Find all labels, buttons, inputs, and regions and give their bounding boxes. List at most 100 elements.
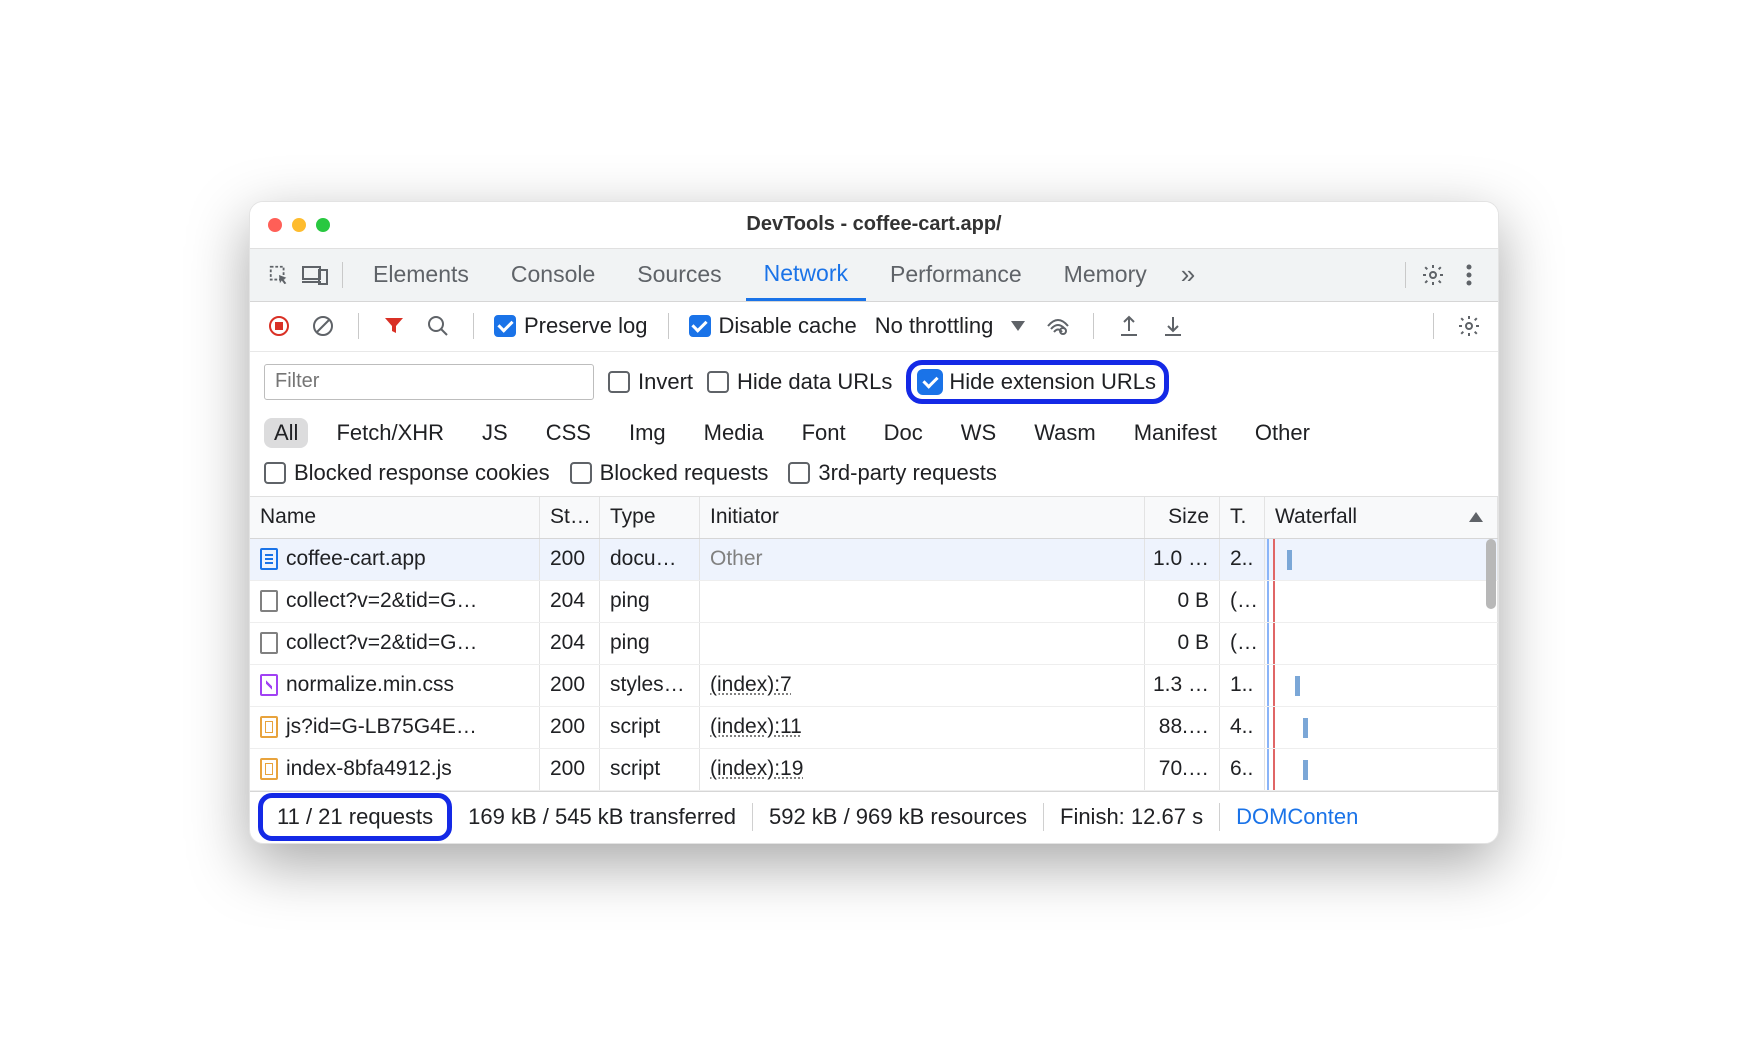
- table-row[interactable]: collect?v=2&tid=G… 204 ping 0 B (…: [250, 623, 1498, 665]
- window-controls: [250, 218, 330, 232]
- request-waterfall: [1265, 665, 1498, 706]
- search-icon[interactable]: [423, 311, 453, 341]
- invert-checkbox[interactable]: Invert: [608, 369, 693, 395]
- type-js[interactable]: JS: [472, 418, 518, 448]
- table-row[interactable]: normalize.min.css 200 styles… (index):7 …: [250, 665, 1498, 707]
- request-time: 4..: [1220, 707, 1265, 748]
- filter-toggle-icon[interactable]: [379, 311, 409, 341]
- hide-data-label: Hide data URLs: [737, 369, 892, 395]
- minimize-window-button[interactable]: [292, 218, 306, 232]
- type-other[interactable]: Other: [1245, 418, 1320, 448]
- preserve-log-checkbox[interactable]: Preserve log: [494, 313, 648, 339]
- panel-settings-gear-icon[interactable]: [1454, 311, 1484, 341]
- maximize-window-button[interactable]: [316, 218, 330, 232]
- filter-input[interactable]: [264, 364, 594, 400]
- third-party-checkbox[interactable]: 3rd-party requests: [788, 460, 997, 486]
- col-initiator[interactable]: Initiator: [700, 497, 1145, 538]
- transferred-size: 169 kB / 545 kB transferred: [452, 803, 753, 831]
- request-waterfall: [1265, 539, 1498, 580]
- type-font[interactable]: Font: [792, 418, 856, 448]
- more-tabs-button[interactable]: »: [1171, 259, 1202, 290]
- requests-count: 11 / 21 requests: [277, 804, 433, 829]
- tab-console[interactable]: Console: [493, 249, 613, 301]
- network-conditions-icon[interactable]: [1043, 311, 1073, 341]
- settings-gear-icon[interactable]: [1418, 260, 1448, 290]
- clear-button[interactable]: [308, 311, 338, 341]
- request-time: 6..: [1220, 749, 1265, 790]
- request-name: coffee-cart.app: [286, 547, 426, 571]
- type-manifest[interactable]: Manifest: [1124, 418, 1227, 448]
- request-initiator[interactable]: (index):7: [700, 665, 1145, 706]
- request-type: docu…: [600, 539, 700, 580]
- request-initiator: [700, 623, 1145, 664]
- type-wasm[interactable]: Wasm: [1024, 418, 1106, 448]
- blocked-requests-checkbox[interactable]: Blocked requests: [570, 460, 769, 486]
- throttling-value: No throttling: [875, 313, 994, 339]
- hide-extension-urls-highlight: Hide extension URLs: [906, 360, 1169, 404]
- kebab-menu-icon[interactable]: [1454, 260, 1484, 290]
- status-bar: 11 / 21 requests 169 kB / 545 kB transfe…: [250, 791, 1498, 843]
- type-doc[interactable]: Doc: [874, 418, 933, 448]
- col-time[interactable]: T.: [1220, 497, 1265, 538]
- tab-sources[interactable]: Sources: [619, 249, 739, 301]
- export-har-icon[interactable]: [1114, 311, 1144, 341]
- record-button[interactable]: [264, 311, 294, 341]
- request-status: 200: [540, 665, 600, 706]
- request-size: 70.…: [1145, 749, 1220, 790]
- request-type: ping: [600, 623, 700, 664]
- device-toolbar-icon[interactable]: [300, 260, 330, 290]
- titlebar: DevTools - coffee-cart.app/: [250, 202, 1498, 248]
- request-initiator[interactable]: (index):11: [700, 707, 1145, 748]
- import-har-icon[interactable]: [1158, 311, 1188, 341]
- request-waterfall: [1265, 749, 1498, 790]
- throttling-select[interactable]: No throttling: [871, 313, 1030, 339]
- request-name: collect?v=2&tid=G…: [286, 589, 477, 613]
- file-js-icon: [260, 716, 278, 738]
- tab-elements[interactable]: Elements: [355, 249, 487, 301]
- table-row[interactable]: index-8bfa4912.js 200 script (index):19 …: [250, 749, 1498, 791]
- resources-size: 592 kB / 969 kB resources: [753, 803, 1044, 831]
- disable-cache-label: Disable cache: [719, 313, 857, 339]
- tab-performance[interactable]: Performance: [872, 249, 1040, 301]
- blocked-cookies-checkbox[interactable]: Blocked response cookies: [264, 460, 550, 486]
- type-css[interactable]: CSS: [536, 418, 601, 448]
- request-waterfall: [1265, 623, 1498, 664]
- requests-count-highlight: 11 / 21 requests: [258, 793, 452, 841]
- type-img[interactable]: Img: [619, 418, 676, 448]
- type-media[interactable]: Media: [694, 418, 774, 448]
- type-fetch[interactable]: Fetch/XHR: [326, 418, 454, 448]
- disable-cache-checkbox[interactable]: Disable cache: [689, 313, 857, 339]
- table-row[interactable]: js?id=G-LB75G4E… 200 script (index):11 8…: [250, 707, 1498, 749]
- resource-type-filter: All Fetch/XHR JS CSS Img Media Font Doc …: [250, 412, 1498, 454]
- type-all[interactable]: All: [264, 418, 308, 448]
- third-party-label: 3rd-party requests: [818, 460, 997, 486]
- hide-extension-urls-checkbox[interactable]: Hide extension URLs: [919, 369, 1156, 395]
- col-name[interactable]: Name: [250, 497, 540, 538]
- close-window-button[interactable]: [268, 218, 282, 232]
- col-status[interactable]: St…: [540, 497, 600, 538]
- checkbox-icon: [707, 371, 729, 393]
- hide-ext-label: Hide extension URLs: [949, 369, 1156, 395]
- checkbox-icon: [608, 371, 630, 393]
- request-status: 200: [540, 707, 600, 748]
- table-row[interactable]: coffee-cart.app 200 docu… Other 1.0 … 2.…: [250, 539, 1498, 581]
- request-waterfall: [1265, 581, 1498, 622]
- requests-table-header: Name St… Type Initiator Size T. Waterfal…: [250, 497, 1498, 539]
- request-type: script: [600, 707, 700, 748]
- inspect-element-icon[interactable]: [264, 260, 294, 290]
- tab-network[interactable]: Network: [746, 249, 866, 301]
- domcontent-link[interactable]: DOMConten: [1220, 803, 1374, 831]
- type-ws[interactable]: WS: [951, 418, 1006, 448]
- col-size[interactable]: Size: [1145, 497, 1220, 538]
- col-waterfall[interactable]: Waterfall: [1265, 497, 1498, 538]
- request-initiator[interactable]: (index):19: [700, 749, 1145, 790]
- table-row[interactable]: collect?v=2&tid=G… 204 ping 0 B (…: [250, 581, 1498, 623]
- tab-memory[interactable]: Memory: [1046, 249, 1165, 301]
- preserve-log-label: Preserve log: [524, 313, 648, 339]
- hide-data-urls-checkbox[interactable]: Hide data URLs: [707, 369, 892, 395]
- request-size: 1.3 …: [1145, 665, 1220, 706]
- invert-label: Invert: [638, 369, 693, 395]
- blocked-req-label: Blocked requests: [600, 460, 769, 486]
- col-type[interactable]: Type: [600, 497, 700, 538]
- checkbox-icon: [264, 462, 286, 484]
